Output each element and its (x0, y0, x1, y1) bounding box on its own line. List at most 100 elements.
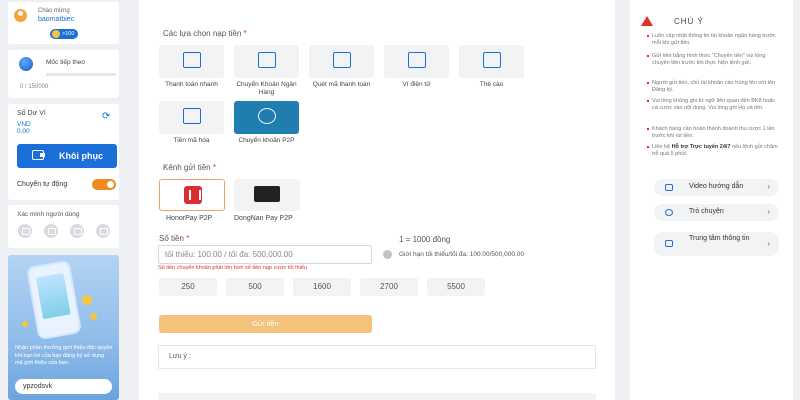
live-support-link[interactable]: Hỗ trợ Trực tuyến 24/7 (672, 144, 731, 150)
submit-deposit-button[interactable]: Gửi tiền (159, 315, 372, 333)
note-rule: Luôn cập nhật thông tin tài khoản ngân h… (647, 33, 782, 46)
balance-title: Số Dư Ví (17, 110, 46, 117)
option-label: Ví điện tử (402, 81, 431, 88)
channel-honorpay[interactable] (159, 179, 225, 211)
id-verify-icon[interactable] (18, 224, 32, 238)
amount-label: Số tiền * (159, 234, 190, 243)
help-chat[interactable]: Trò chuyện › (654, 204, 779, 221)
channel-label: HonorPay P2P (166, 215, 213, 222)
referral-promo-card: Nhận phần thưởng giới thiệu độc quyền kh… (8, 255, 119, 400)
dongnanpay-logo (254, 186, 280, 202)
quick-amount-chip[interactable]: 250 (159, 278, 217, 296)
notes-title: CHÚ Ý (674, 17, 704, 26)
restore-button-label: Khôi phục (59, 151, 103, 161)
help-label: Trung tâm thông tin (689, 235, 750, 242)
amount-error-text: Số tiền chuyển khoản phải lớn hơn số tiề… (158, 265, 308, 271)
verification-title: Xác minh người dùng (17, 211, 80, 218)
bank-transfer-icon (258, 52, 276, 68)
note-rule: Người gửi tiền, chủ tài khoản cần trùng … (647, 80, 782, 93)
channel-dongnanpay[interactable] (234, 179, 300, 211)
note-rule: Vui lòng không ghi từ ngữ liên quan đến … (647, 98, 782, 111)
bank-verify-icon[interactable] (96, 224, 110, 238)
option-e-wallet[interactable] (384, 45, 449, 78)
phone-verify-icon[interactable] (70, 224, 84, 238)
quick-amount-chip[interactable]: 5500 (427, 278, 485, 296)
level-progress-text: 0 / 150000 (20, 84, 49, 90)
help-video-guide[interactable]: Video hướng dẫn › (654, 179, 779, 196)
chevron-right-icon: › (767, 207, 770, 216)
quick-amount-chip[interactable]: 2700 (360, 278, 418, 296)
level-card: Mốc tiếp theo 0 / 150000 (8, 50, 119, 98)
channel-label: DongNan Pay P2P (234, 215, 293, 222)
option-p2p-transfer[interactable] (234, 101, 299, 134)
help-info-center[interactable]: Trung tâm thông tin › (654, 232, 779, 256)
referral-code-field[interactable]: ypzodsvk (15, 379, 112, 394)
scan-code-icon (333, 52, 351, 68)
amount-limit-text: Giới hạn tối thiểu/tối đa: 100.00/500,00… (399, 251, 524, 258)
balance-card: Số Dư Ví VND 0.00 ⟳ Khôi phục Chuyển tự … (8, 104, 119, 200)
coin-icon (22, 321, 28, 327)
option-fast-pay[interactable] (159, 45, 224, 78)
option-crypto[interactable] (159, 101, 224, 134)
vip-badge[interactable]: >100 (50, 29, 79, 39)
coin-icon (90, 313, 97, 320)
auto-transfer-label: Chuyển tự động (17, 181, 68, 188)
info-center-icon (665, 240, 673, 247)
deposit-channel-title: Kênh gửi tiền * (163, 163, 216, 172)
info-icon (383, 250, 392, 259)
balance-currency: VND (17, 121, 31, 128)
left-sidebar: Chào mừng baomatbiec >100 Mốc tiếp theo … (0, 0, 125, 400)
option-label: Chuyển khoản P2P (238, 137, 295, 144)
help-label: Trò chuyện (689, 208, 724, 215)
quick-amount-chip[interactable]: 1600 (293, 278, 351, 296)
phone-illustration (28, 262, 80, 338)
option-label: Chuyển Khoản Ngân Hàng (236, 81, 297, 96)
option-bank-transfer[interactable] (234, 45, 299, 78)
auto-transfer-toggle[interactable] (92, 179, 116, 190)
deposit-panel: Các lựa chọn nạp tiền * Thanh toán nhanh… (139, 0, 615, 400)
wallet-icon (32, 150, 45, 160)
chevron-right-icon: › (767, 239, 770, 248)
note-rule-support: Liên hệ Hỗ trợ Trực tuyến 24/7 nếu lệnh … (647, 144, 782, 157)
option-scan-code[interactable] (309, 45, 374, 78)
restore-button[interactable]: Khôi phục (17, 144, 117, 168)
next-level-label: Mốc tiếp theo (46, 59, 86, 66)
note-rule: Khách hàng cần hoàn thành doanh thu cược… (647, 126, 782, 139)
email-verify-icon[interactable] (44, 224, 58, 238)
option-scratch-card[interactable] (459, 45, 524, 78)
history-table-header (158, 393, 596, 400)
option-label: Thẻ cào (479, 81, 504, 88)
exchange-rate: 1 = 1000 đồng (399, 235, 451, 244)
crypto-icon (183, 108, 201, 124)
note-rule: Gửi tiền bằng hình thức "Chuyển tiền" vu… (647, 53, 782, 66)
note-field[interactable]: Lưu ý : (158, 345, 596, 369)
username: baomatbiec (38, 16, 75, 23)
scratch-card-icon (483, 52, 501, 68)
referral-promo-text: Nhận phần thưởng giới thiệu độc quyền kh… (15, 345, 113, 366)
globe-icon (19, 57, 33, 71)
deposit-options-title: Các lựa chọn nạp tiền * (163, 29, 247, 38)
refresh-icon[interactable]: ⟳ (102, 111, 110, 122)
quick-amount-chip[interactable]: 500 (226, 278, 284, 296)
avatar[interactable] (14, 9, 27, 22)
chat-icon (665, 209, 673, 216)
video-icon (665, 184, 673, 191)
honorpay-logo (184, 186, 202, 204)
fast-pay-icon (183, 52, 201, 68)
balance-amount: 0.00 (17, 128, 30, 135)
verification-card: Xác minh người dùng (8, 205, 119, 248)
option-label: Quét mã thanh toán (312, 81, 371, 88)
help-label: Video hướng dẫn (689, 183, 744, 190)
notes-panel: CHÚ Ý Luôn cập nhật thông tin tài khoản … (630, 0, 793, 400)
option-label: Thanh toán nhanh (165, 81, 218, 88)
coin-icon (82, 295, 92, 305)
chevron-right-icon: › (767, 182, 770, 191)
phone-screen (35, 272, 71, 320)
option-label: Tiền mã hóa (173, 137, 210, 144)
amount-input[interactable]: tối thiểu: 100.00 / tối đa: 500,000.00 (158, 245, 372, 264)
level-progress-bar (46, 73, 116, 76)
warning-icon (641, 16, 653, 26)
greeting-text: Chào mừng (38, 8, 70, 14)
p2p-icon (258, 108, 276, 124)
qr-wallet-icon (408, 52, 426, 68)
